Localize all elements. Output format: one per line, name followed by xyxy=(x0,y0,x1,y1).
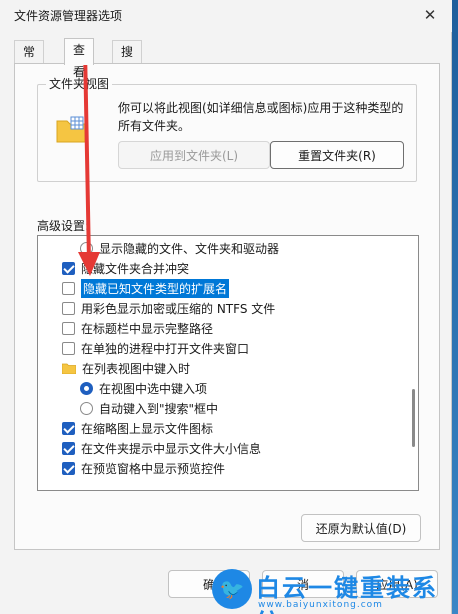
list-item[interactable]: 在单独的进程中打开文件夹窗口 xyxy=(62,338,249,358)
list-item[interactable]: 显示隐藏的文件、文件夹和驱动器 xyxy=(80,238,279,258)
tab-search[interactable]: 搜索 xyxy=(112,40,143,81)
list-item-label: 自动键入到"搜索"框中 xyxy=(99,401,219,416)
list-item-label: 在视图中选中键入项 xyxy=(99,381,208,396)
checkbox-hide-merge-conflicts[interactable] xyxy=(62,261,75,275)
list-item[interactable]: 在缩略图上显示文件图标 xyxy=(62,418,213,438)
list-scrollbar[interactable] xyxy=(408,236,418,490)
checkbox-separate-process[interactable] xyxy=(62,341,75,355)
list-item-label: 在预览窗格中显示预览控件 xyxy=(81,461,226,476)
list-item[interactable]: 自动键入到"搜索"框中 xyxy=(80,398,218,418)
folder-icon xyxy=(62,363,76,374)
view-tab-panel: 文件夹视图 你可以将此视图(如详细信息或图标)应用于这种类型的所有文件夹。 应用… xyxy=(14,63,440,550)
list-item[interactable]: 在标题栏中显示完整路径 xyxy=(62,318,213,338)
radio-type-search[interactable] xyxy=(80,401,93,415)
list-item-label: 用彩色显示加密或压缩的 NTFS 文件 xyxy=(81,301,276,316)
advanced-settings-label: 高级设置: xyxy=(37,219,90,233)
radio-select-typed[interactable] xyxy=(80,381,93,395)
list-item[interactable]: 在视图中选中键入项 xyxy=(80,378,207,398)
list-item-label: 在缩略图上显示文件图标 xyxy=(81,421,214,436)
list-item-label: 隐藏文件夹合并冲突 xyxy=(81,261,190,276)
watermark-url: www.baiyunxitong.com xyxy=(258,600,383,610)
advanced-settings-list[interactable]: 显示隐藏的文件、文件夹和驱动器 隐藏文件夹合并冲突 隐藏已知文件类型的扩展名 用… xyxy=(37,235,419,491)
checkbox-thumbnail-icons[interactable] xyxy=(62,421,75,435)
checkbox-folder-size-tips[interactable] xyxy=(62,441,75,455)
folder-views-group: 文件夹视图 你可以将此视图(如详细信息或图标)应用于这种类型的所有文件夹。 应用… xyxy=(37,77,417,182)
checkbox-preview-handlers[interactable] xyxy=(62,461,75,475)
list-item-label: 在文件夹提示中显示文件大小信息 xyxy=(81,441,262,456)
close-button[interactable]: ✕ xyxy=(416,3,444,27)
list-item: 在列表视图中键入时 xyxy=(62,358,190,378)
folder-options-dialog: 文件资源管理器选项 ✕ 常规 查看 搜索 文件夹视图 你可以将此视图(如详细信息… xyxy=(0,0,452,614)
checkbox-color-ntfs[interactable] xyxy=(62,301,75,315)
folder-view-icon xyxy=(56,116,86,143)
list-item-label: 显示隐藏的文件、文件夹和驱动器 xyxy=(99,241,280,256)
apply-to-folders-button[interactable]: 应用到文件夹(L) xyxy=(118,141,270,169)
radio-hidden-show[interactable] xyxy=(80,241,93,255)
bird-logo-icon: 🐦 xyxy=(212,569,252,609)
restore-defaults-button[interactable]: 还原为默认值(D) xyxy=(301,514,421,542)
tab-general[interactable]: 常规 xyxy=(14,40,45,81)
window-title: 文件资源管理器选项 xyxy=(14,9,123,23)
list-item-label: 在单独的进程中打开文件夹窗口 xyxy=(81,341,250,356)
list-item[interactable]: 隐藏文件夹合并冲突 xyxy=(62,258,189,278)
reset-folders-button[interactable]: 重置文件夹(R) xyxy=(270,141,404,169)
list-item-label: 隐藏已知文件类型的扩展名 xyxy=(81,278,230,298)
list-item[interactable]: 隐藏已知文件类型的扩展名 xyxy=(62,278,230,298)
watermark: 🐦 白云一键重装系统 www.baiyunxitong.com xyxy=(212,566,458,614)
scroll-thumb[interactable] xyxy=(412,389,415,447)
checkbox-full-path[interactable] xyxy=(62,321,75,335)
checkbox-hide-extensions[interactable] xyxy=(62,281,75,295)
list-item[interactable]: 用彩色显示加密或压缩的 NTFS 文件 xyxy=(62,298,275,318)
list-item[interactable]: 在预览窗格中显示预览控件 xyxy=(62,458,225,478)
list-item-label: 在标题栏中显示完整路径 xyxy=(81,321,214,336)
folder-views-description: 你可以将此视图(如详细信息或图标)应用于这种类型的所有文件夹。 xyxy=(118,101,404,133)
list-item[interactable]: 在文件夹提示中显示文件大小信息 xyxy=(62,438,261,458)
tab-view[interactable]: 查看 xyxy=(64,38,95,79)
list-item-label: 在列表视图中键入时 xyxy=(82,361,191,376)
title-bar: 文件资源管理器选项 ✕ xyxy=(0,0,452,32)
